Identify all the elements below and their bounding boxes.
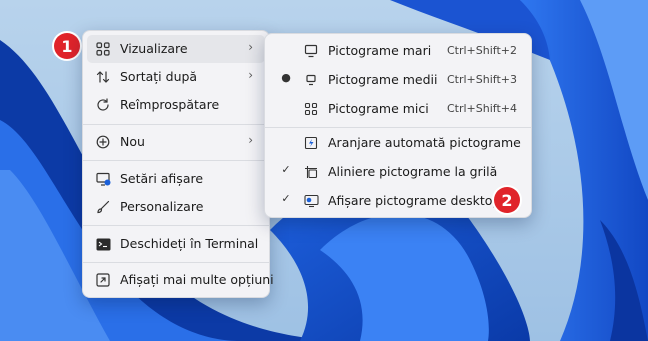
menu-item-label: Personalizare [120,199,204,214]
submenu-item-medium-icons[interactable]: ● Pictograme medii Ctrl+Shift+3 [269,66,527,94]
submenu-item-label: Pictograme medii [328,72,438,87]
terminal-icon [95,236,111,252]
display-settings-icon [95,171,111,187]
shortcut-text: Ctrl+Shift+2 [446,44,517,57]
menu-item-label: Afișați mai multe opțiuni [120,272,274,287]
small-grid-icon [303,101,319,117]
check-mark: ✓ [281,163,291,176]
menu-item-display-settings[interactable]: Setări afișare [87,165,265,193]
monitor-icon [303,43,319,59]
submenu-item-show-desktop-icons[interactable]: ✓ Afișare pictograme desktop [269,187,527,215]
menu-separator [83,160,269,161]
submenu-item-auto-arrange[interactable]: Aranjare automată pictograme [269,129,527,157]
menu-separator [265,127,531,128]
submenu-item-large-icons[interactable]: Pictograme mari Ctrl+Shift+2 [269,37,527,65]
menu-item-sort-by[interactable]: Sortați după › [87,63,265,91]
menu-item-label: Nou [120,134,145,149]
submenu-item-label: Afișare pictograme desktop [328,193,501,208]
menu-item-open-terminal[interactable]: Deschideți în Terminal [87,230,265,258]
menu-item-view[interactable]: Vizualizare › [87,35,265,63]
grid-align-icon [303,164,319,180]
chevron-right-icon: › [248,68,253,82]
desktop-icons-icon [303,193,319,209]
brush-icon [95,199,111,215]
menu-separator [83,124,269,125]
shortcut-text: Ctrl+Shift+3 [446,73,517,86]
chevron-right-icon: › [248,40,253,54]
submenu-item-label: Aranjare automată pictograme [328,135,521,150]
submenu-item-label: Aliniere pictograme la grilă [328,164,498,179]
plus-circle-icon [95,134,111,150]
sort-arrows-icon [95,69,111,85]
menu-item-label: Deschideți în Terminal [120,236,259,251]
step-badge-2: 2 [494,187,520,213]
menu-item-label: Setări afișare [120,171,204,186]
step-badge-1: 1 [54,33,80,59]
radio-selected-dot: ● [281,71,291,84]
menu-item-label: Vizualizare [120,41,188,56]
menu-item-more-options[interactable]: Afișați mai multe opțiuni [87,266,274,294]
menu-item-refresh[interactable]: Reîmprospătare [87,91,265,119]
monitor-small-icon [303,72,319,88]
desktop-context-menu: Vizualizare › Sortați după › Reîmprospăt… [82,30,274,298]
menu-separator [83,262,269,263]
refresh-icon [95,97,111,113]
submenu-item-small-icons[interactable]: Pictograme mici Ctrl+Shift+4 [269,95,527,123]
more-options-icon [95,272,111,288]
shortcut-text: Ctrl+Shift+4 [446,102,517,115]
check-mark: ✓ [281,192,291,205]
menu-item-label: Reîmprospătare [120,97,220,112]
submenu-item-align-to-grid[interactable]: ✓ Aliniere pictograme la grilă [269,158,527,186]
submenu-item-label: Pictograme mari [328,43,432,58]
view-submenu: Pictograme mari Ctrl+Shift+2 ● Pictogram… [264,33,532,218]
chevron-right-icon: › [248,133,253,147]
menu-item-label: Sortați după [120,69,198,84]
auto-arrange-icon [303,135,319,151]
menu-separator [83,225,269,226]
menu-item-new[interactable]: Nou › [87,128,265,156]
menu-item-personalize[interactable]: Personalizare [87,193,265,221]
submenu-item-label: Pictograme mici [328,101,429,116]
grid-view-icon [95,41,111,57]
